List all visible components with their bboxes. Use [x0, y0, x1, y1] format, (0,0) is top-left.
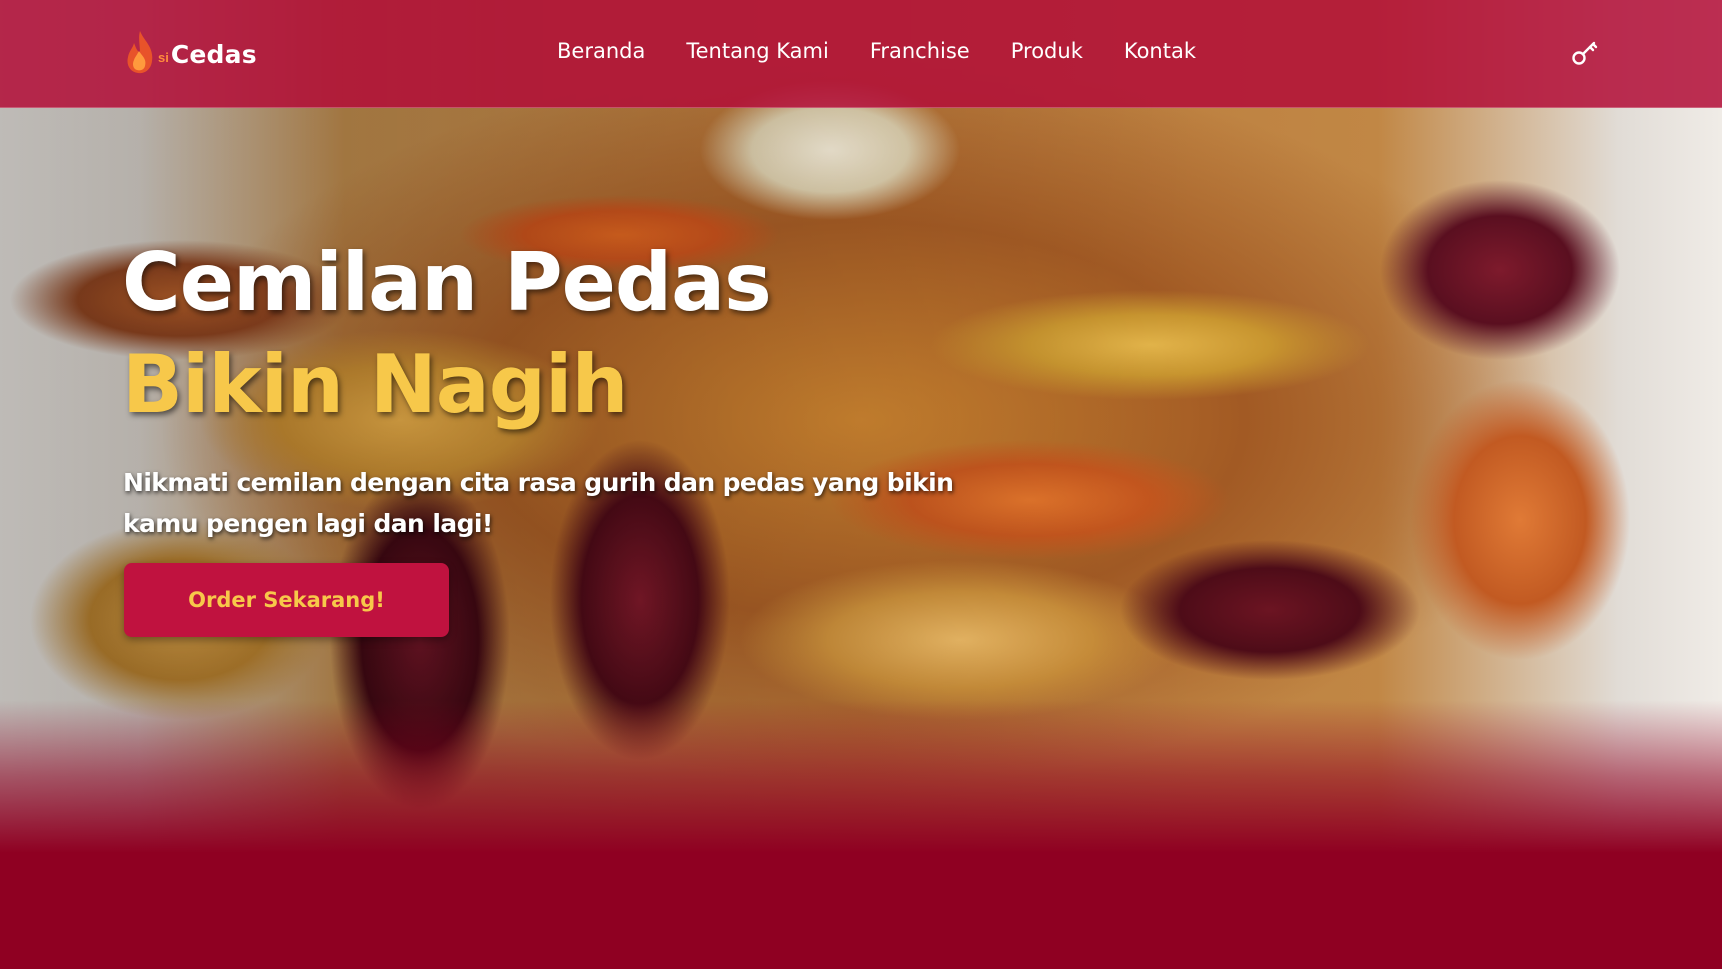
order-now-button[interactable]: Order Sekarang! [124, 563, 449, 637]
landing-page: si Cedas Beranda Tentang Kami Franchise … [0, 0, 1722, 969]
nav-link-tentang-kami[interactable]: Tentang Kami [686, 36, 828, 66]
nav-link-franchise[interactable]: Franchise [870, 36, 970, 66]
hero-title: Cemilan Pedas Bikin Nagih [122, 232, 772, 436]
brand-logo[interactable]: si Cedas [124, 30, 257, 74]
hero-bottom-fade [0, 700, 1722, 870]
main-nav: Beranda Tentang Kami Franchise Produk Ko… [557, 36, 1196, 66]
nav-link-produk[interactable]: Produk [1011, 36, 1083, 66]
bottom-band [0, 860, 1722, 969]
hero-title-line-1: Cemilan Pedas [122, 236, 772, 329]
navbar: si Cedas Beranda Tentang Kami Franchise … [0, 0, 1722, 108]
flame-icon [127, 31, 153, 74]
nav-link-kontak[interactable]: Kontak [1124, 36, 1196, 66]
hero-title-line-2: Bikin Nagih [122, 338, 628, 431]
key-icon[interactable] [1570, 38, 1600, 68]
nav-link-beranda[interactable]: Beranda [557, 36, 645, 66]
brand-name: Cedas [170, 39, 257, 69]
hero-subtitle: Nikmati cemilan dengan cita rasa gurih d… [123, 468, 954, 538]
brand-prefix: si [158, 49, 169, 65]
